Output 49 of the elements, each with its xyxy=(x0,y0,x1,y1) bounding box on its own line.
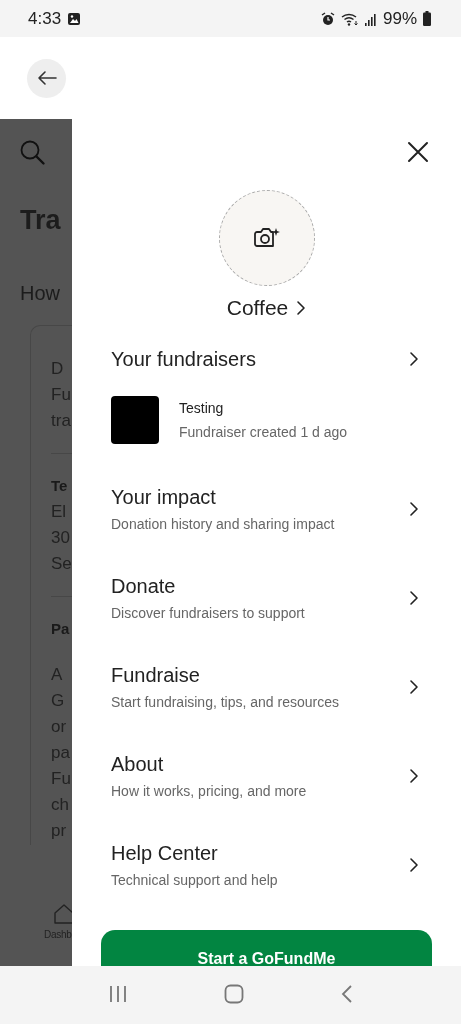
menu-item-title: Help Center xyxy=(111,841,219,865)
close-icon xyxy=(406,140,430,164)
chevron-left-icon xyxy=(340,983,353,1004)
battery-level: 99% xyxy=(382,8,417,29)
menu-item-title: Fundraise xyxy=(111,663,201,687)
chevron-right-icon xyxy=(296,300,307,316)
wifi-icon xyxy=(340,11,359,26)
chevron-right-icon xyxy=(409,679,419,695)
menu-item-subtitle: How it works, pricing, and more xyxy=(111,782,307,800)
signal-icon xyxy=(364,11,377,26)
menu-item-subtitle: Discover fundraisers to support xyxy=(111,604,305,622)
page-title: Tra xyxy=(20,204,62,237)
menu-item-title: Donate xyxy=(111,574,177,598)
fundraiser-title[interactable]: Testing xyxy=(179,399,348,417)
chevron-right-icon xyxy=(409,590,419,606)
menu-item[interactable]: Your fundraisers xyxy=(72,347,461,371)
section-heading: How xyxy=(20,281,61,306)
alarm-icon xyxy=(320,11,335,26)
menu-item-subtitle: Technical support and help xyxy=(111,871,278,889)
fundraiser-meta: Fundraiser created 1 d ago xyxy=(179,423,348,441)
status-time: 4:33 xyxy=(28,8,62,29)
image-icon xyxy=(67,11,82,26)
menu-item[interactable]: Fundraise Start fundraising, tips, and resources xyxy=(72,663,461,711)
fundraiser-thumbnail xyxy=(111,396,159,444)
home-icon xyxy=(224,983,245,1004)
menu-item-title: About xyxy=(111,752,165,776)
back-button[interactable] xyxy=(27,58,66,98)
card-heading: Pa xyxy=(51,619,71,639)
chevron-right-icon xyxy=(409,351,419,367)
profile-link[interactable]: Coffee xyxy=(226,296,307,320)
battery-icon xyxy=(423,11,431,26)
menu-item-title: Your fundraisers xyxy=(111,347,256,371)
menu-item[interactable]: Help Center Technical support and help xyxy=(72,841,461,889)
menu-item[interactable]: Donate Discover fundraisers to support xyxy=(72,574,461,622)
start-fundraiser-button[interactable]: Start a GoFundMe xyxy=(101,930,432,966)
arrow-left-icon xyxy=(36,70,57,86)
menu-item-title: Your impact xyxy=(111,485,217,509)
chevron-right-icon xyxy=(409,501,419,517)
chevron-right-icon xyxy=(409,857,419,873)
chevron-right-icon xyxy=(409,768,419,784)
card-heading: Te xyxy=(51,476,69,496)
search-icon xyxy=(20,140,46,166)
menu-item[interactable]: Your impact Donation history and sharing impact xyxy=(72,485,461,533)
recent-apps-icon xyxy=(108,984,129,1003)
menu-item-subtitle: Donation history and sharing impact xyxy=(111,515,335,533)
home-icon xyxy=(53,903,72,925)
menu-item-subtitle: Start fundraising, tips, and resources xyxy=(111,693,339,711)
menu-item[interactable]: About How it works, pricing, and more xyxy=(72,752,461,800)
camera-icon xyxy=(252,226,281,250)
